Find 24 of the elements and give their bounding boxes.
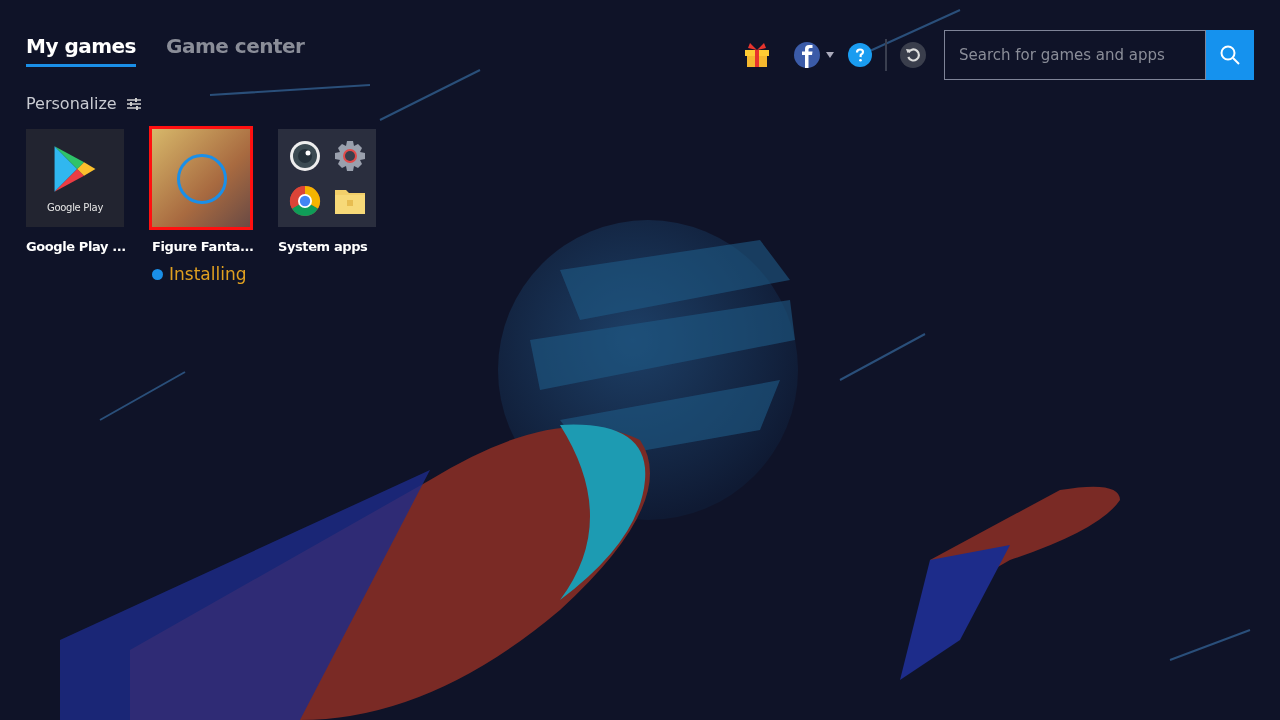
facebook-icon[interactable] [793, 41, 821, 69]
tab[interactable]: Game center [166, 34, 305, 67]
tab[interactable]: My games [26, 34, 137, 67]
app-name: Google Play ... [26, 239, 126, 254]
help-icon[interactable] [848, 43, 872, 67]
refresh-icon[interactable] [900, 42, 926, 68]
icon-label: Google Play [47, 201, 103, 213]
browser-icon [288, 184, 321, 217]
gift-icon[interactable] [743, 42, 771, 68]
app-tile[interactable] [278, 129, 376, 227]
camera-icon [288, 139, 321, 172]
status-text: Installing [169, 264, 247, 284]
section-title: Personalize [26, 94, 117, 113]
search-icon [1218, 43, 1242, 67]
sliders-icon[interactable] [126, 97, 141, 110]
search-field[interactable]: Search for games and apps [944, 30, 1206, 80]
status-dot [152, 268, 163, 280]
caret-icon[interactable] [826, 52, 834, 58]
gear-icon [333, 139, 366, 172]
search-button[interactable] [1206, 30, 1254, 80]
app-tile[interactable] [152, 129, 250, 227]
app-tile[interactable]: Google Play [26, 129, 124, 227]
app-name: Figure Fanta... [152, 239, 254, 254]
app-name: System apps [278, 239, 368, 254]
